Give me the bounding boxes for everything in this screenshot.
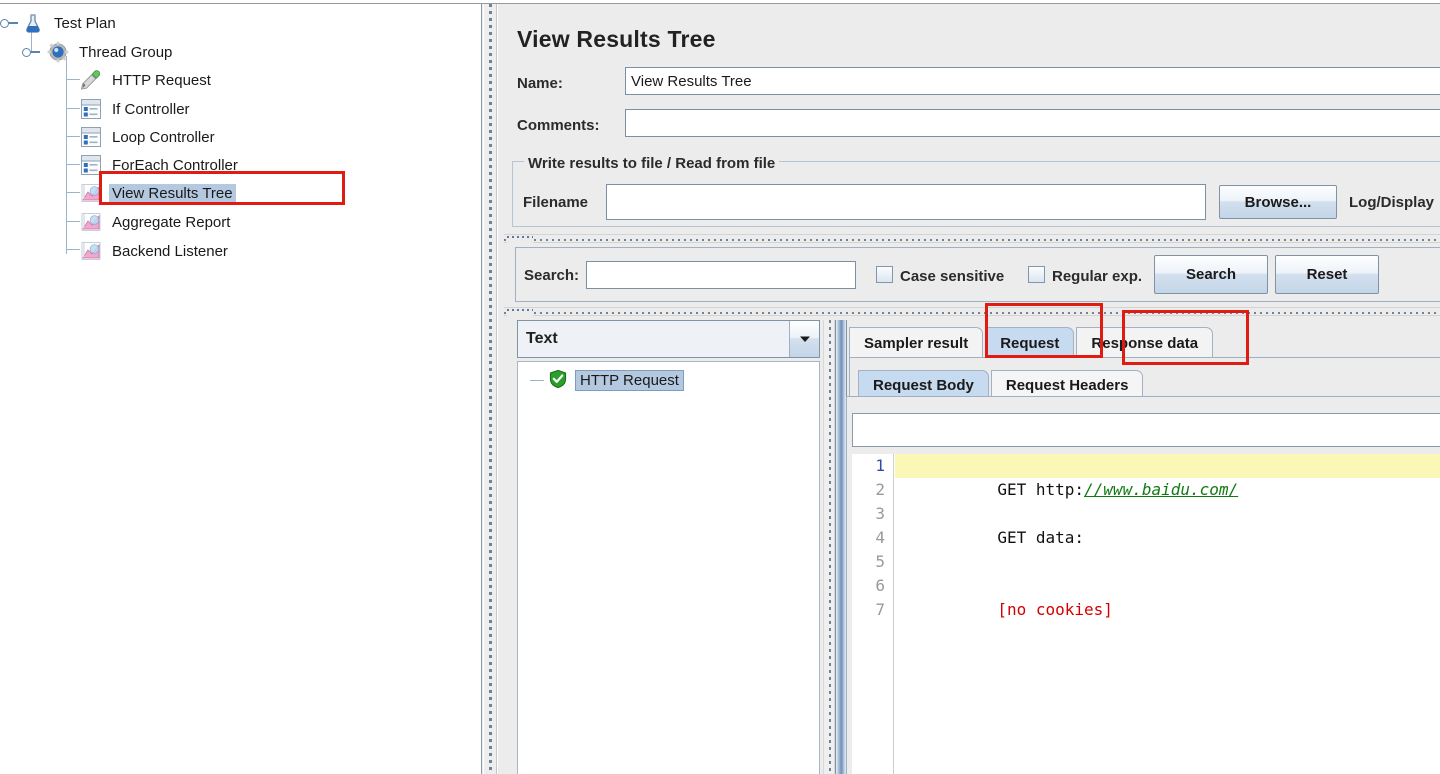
comments-label: Comments: <box>517 117 600 134</box>
reset-button[interactable]: Reset <box>1275 255 1379 294</box>
tree-node-label: HTTP Request <box>112 71 211 89</box>
line-number: 6 <box>875 576 885 595</box>
code-line: GET http://www.baidu.com/ <box>895 454 1440 499</box>
tree-connector <box>66 192 80 193</box>
tree-node-label: Loop Controller <box>112 128 215 146</box>
splitter-grip <box>489 4 492 774</box>
tree-connector <box>530 379 544 381</box>
browse-button[interactable]: Browse... <box>1219 185 1337 219</box>
gear-icon <box>47 41 69 63</box>
filename-label: Filename <box>523 194 589 211</box>
tree-node-label: Aggregate Report <box>112 213 231 231</box>
case-sensitive-checkbox[interactable] <box>876 266 893 283</box>
line-number: 7 <box>875 600 885 619</box>
tree-connector <box>66 79 80 80</box>
split-knob[interactable] <box>507 235 533 244</box>
split-knob[interactable] <box>507 308 533 317</box>
listener-icon <box>80 240 102 262</box>
tree-node-if-controller[interactable]: If Controller <box>80 95 193 123</box>
tree-connector <box>66 136 80 137</box>
tab-response-data[interactable]: Response data <box>1076 327 1214 358</box>
line-number: 1 <box>875 456 885 475</box>
line-number: 5 <box>875 552 885 571</box>
search-label: Search: <box>524 267 580 284</box>
comments-input[interactable] <box>625 109 1440 137</box>
tree-node-label: View Results Tree <box>109 183 236 203</box>
tree-connector <box>66 221 80 222</box>
code-lines: GET http://www.baidu.com/ GET data: [no … <box>895 454 1440 774</box>
tree-node-loop-controller[interactable]: Loop Controller <box>80 123 218 151</box>
controller-icon <box>80 154 102 176</box>
listener-icon <box>80 182 102 204</box>
results-tree-list[interactable]: HTTP Request <box>517 361 820 774</box>
renderer-combo-value: Text <box>526 330 558 347</box>
success-shield-icon <box>548 369 570 391</box>
tree-connector <box>66 164 80 165</box>
name-input[interactable] <box>625 67 1440 95</box>
search-input[interactable] <box>586 261 856 289</box>
result-row[interactable]: HTTP Request <box>518 367 819 393</box>
tree-node-label: Backend Listener <box>112 242 228 260</box>
controller-icon <box>80 126 102 148</box>
log-display-label: Log/Display <box>1349 194 1435 211</box>
panel-splitter[interactable] <box>483 4 497 774</box>
test-plan-tree-panel[interactable]: Test Plan Thread Group HTTP Request If C… <box>0 4 482 774</box>
tree-connector <box>66 56 67 254</box>
outer-tabstrip[interactable]: Sampler result Request Response data <box>849 324 1215 358</box>
filename-input[interactable] <box>606 184 1206 220</box>
split-divider-results[interactable] <box>504 307 1440 317</box>
tree-node-backend-listener[interactable]: Backend Listener <box>80 237 231 265</box>
write-results-group-title: Write results to file / Read from file <box>524 155 780 172</box>
tree-node-foreach-controller[interactable]: ForEach Controller <box>80 151 241 179</box>
tree-toggle-thread-group[interactable] <box>22 45 42 59</box>
tab-sampler-result[interactable]: Sampler result <box>849 327 984 358</box>
tree-node-label: ForEach Controller <box>112 156 238 174</box>
view-results-tree-editor: View Results Tree Name: Comments: Write … <box>497 4 1440 774</box>
tree-toggle-test-plan[interactable] <box>0 16 20 30</box>
tree-node-aggregate-report[interactable]: Aggregate Report <box>80 208 233 236</box>
tree-node-thread-group[interactable]: Thread Group <box>47 38 175 66</box>
tree-node-view-results-tree[interactable]: View Results Tree <box>80 179 236 207</box>
search-button[interactable]: Search <box>1154 255 1268 294</box>
code-gutter: 1 2 3 4 5 6 7 <box>852 454 894 774</box>
line-number: 3 <box>875 504 885 523</box>
tree-node-test-plan[interactable]: Test Plan <box>22 9 119 37</box>
regular-exp-label: Regular exp. <box>1052 268 1143 285</box>
jmeter-window: Test Plan Thread Group HTTP Request If C… <box>0 0 1440 774</box>
pipette-icon <box>80 69 102 91</box>
renderer-combo[interactable]: Text <box>517 320 820 358</box>
listener-icon <box>80 211 102 233</box>
line-number: 4 <box>875 528 885 547</box>
tree-node-label: Thread Group <box>79 43 173 61</box>
tab-request[interactable]: Request <box>985 327 1075 358</box>
result-row-label: HTTP Request <box>575 369 684 391</box>
request-body-code-viewer[interactable]: 1 2 3 4 5 6 7 GET http://www.baidu.com/ … <box>852 454 1440 774</box>
results-splitter[interactable] <box>823 320 835 774</box>
code-token: [no cookies] <box>997 600 1113 619</box>
flask-icon <box>22 12 44 34</box>
controller-icon <box>80 98 102 120</box>
tree-connector <box>66 249 80 250</box>
code-token: GET data: <box>997 528 1085 547</box>
tree-node-http-request[interactable]: HTTP Request <box>80 66 214 94</box>
regular-exp-checkbox[interactable] <box>1028 266 1045 283</box>
page-title: View Results Tree <box>517 26 716 52</box>
case-sensitive-label: Case sensitive <box>900 268 1005 285</box>
code-token-link[interactable]: //www.baidu.com/ <box>1084 480 1238 499</box>
split-divider-search[interactable] <box>504 234 1440 244</box>
tree-node-label: Test Plan <box>54 14 116 32</box>
chevron-down-icon[interactable] <box>789 321 819 357</box>
code-filter-input[interactable] <box>852 413 1440 447</box>
tree-connector <box>66 108 80 109</box>
line-number: 2 <box>875 480 885 499</box>
name-label: Name: <box>517 75 563 92</box>
inner-tabstrip[interactable]: Request Body Request Headers <box>858 366 1145 400</box>
code-token: GET http: <box>997 480 1085 499</box>
tree-node-label: If Controller <box>112 100 190 118</box>
